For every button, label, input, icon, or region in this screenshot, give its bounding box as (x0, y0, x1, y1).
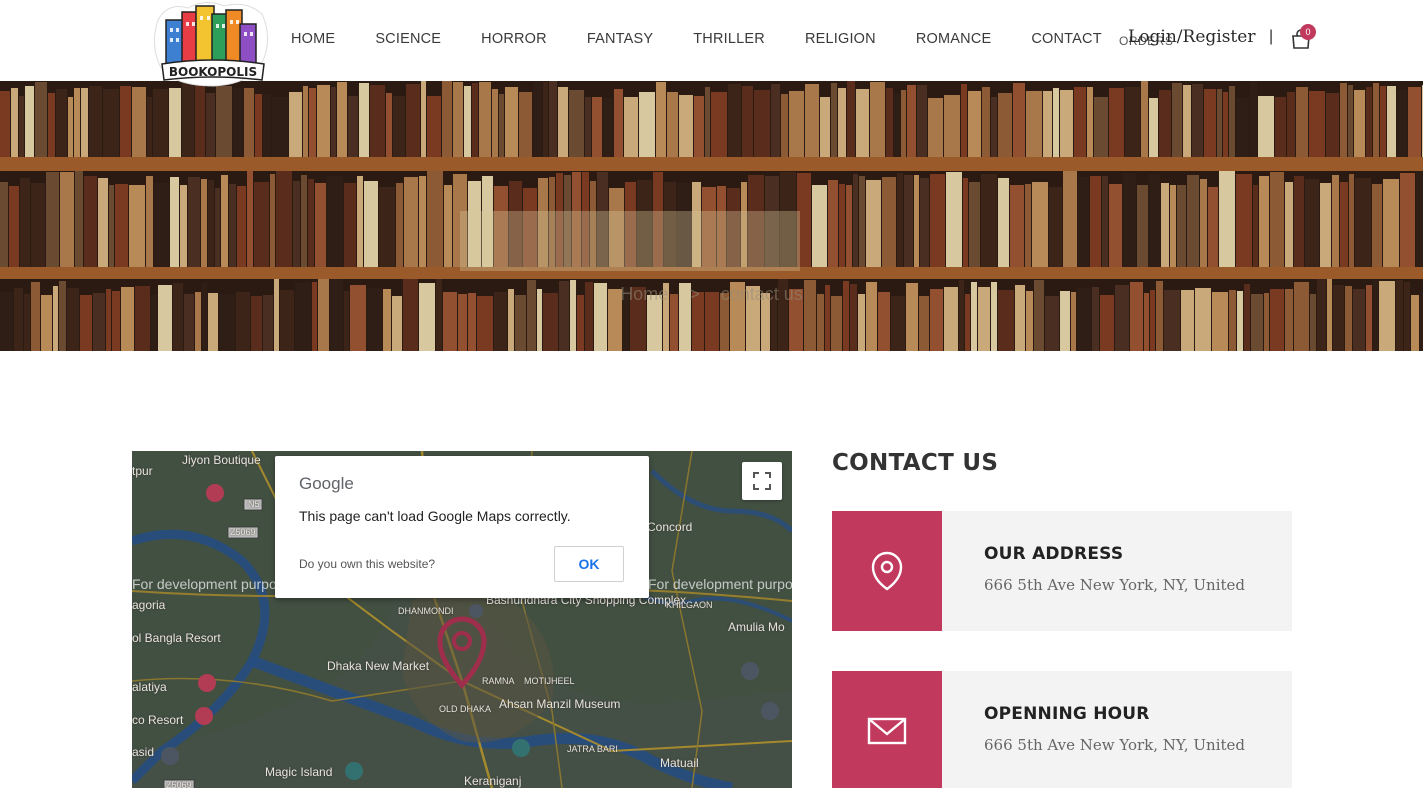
map-place-label: OLD DHAKA (439, 704, 492, 714)
opening-hour-card-text: 666 5th Ave New York, NY, United (984, 736, 1246, 754)
map-place-label: Z5069 (230, 527, 256, 537)
map-place-label: Amulia Mo (728, 620, 785, 634)
opening-hour-card: OPENNING HOUR 666 5th Ave New York, NY, … (832, 671, 1292, 788)
header-separator: | (1269, 28, 1274, 45)
breadcrumb: Home > contact us (0, 284, 1423, 305)
login-register-link[interactable]: Login/Register (1128, 27, 1255, 47)
address-card-text: 666 5th Ave New York, NY, United (984, 576, 1246, 594)
nav-horror[interactable]: HORROR (461, 31, 567, 47)
nav-romance[interactable]: ROMANCE (896, 31, 1012, 47)
maps-error-message: This page can't load Google Maps correct… (299, 508, 571, 524)
books-logo-icon: BOOKOPOLIS (154, 2, 268, 87)
bookshelf-image (0, 81, 1423, 351)
main-nav: HOME SCIENCE HORROR FANTASY THRILLER RELIGION… (271, 31, 1122, 47)
map-place-label: Matuail (660, 756, 699, 770)
map-place-label: co Resort (132, 713, 184, 727)
nav-religion[interactable]: RELIGION (785, 31, 896, 47)
svg-text:BOOKOPOLIS: BOOKOPOLIS (169, 65, 257, 79)
map-place-label: N5 (248, 499, 260, 509)
map-place-label: Ahsan Manzil Museum (499, 697, 621, 711)
nav-contact[interactable]: CONTACT (1011, 31, 1121, 47)
map-place-label: asid (132, 745, 155, 759)
map-place-label: ol Bangla Resort (132, 631, 221, 645)
address-card: OUR ADDRESS 666 5th Ave New York, NY, Un… (832, 511, 1292, 631)
dialog-ok-button[interactable]: OK (554, 546, 624, 582)
map-place-label: Dhaka New Market (327, 659, 430, 673)
breadcrumb-separator: > (689, 284, 700, 304)
map-fullscreen-button[interactable] (742, 462, 782, 500)
maps-error-dialog: Google This page can't load Google Maps … (275, 456, 649, 598)
map-dev-watermark-right: For development purposes only (648, 576, 792, 592)
contact-section-title: CONTACT US (832, 450, 999, 476)
breadcrumb-home[interactable]: Home (620, 284, 668, 304)
map-place-label: Jiyon Boutique (182, 453, 261, 467)
site-logo[interactable]: BOOKOPOLIS (154, 0, 270, 88)
own-website-link[interactable]: Do you own this website? (299, 557, 435, 571)
nav-science[interactable]: SCIENCE (355, 31, 461, 47)
map-place-label: JATRA BARI (567, 744, 618, 754)
nav-fantasy[interactable]: FANTASY (567, 31, 673, 47)
nav-thriller[interactable]: THRILLER (673, 31, 785, 47)
map-place-label: Z5069 (166, 780, 192, 788)
map-place-label: tpur (132, 464, 153, 478)
map-place-label: KHILGAON (666, 600, 713, 610)
map-place-label: Magic Island (265, 765, 333, 779)
site-header: BOOKOPOLIS HOME SCIENCE HORROR FANTASY THRIL… (0, 0, 1423, 87)
google-brand-label: Google (299, 474, 354, 493)
map-place-label: alatiya (132, 680, 167, 694)
hero-banner: Home > contact us (0, 81, 1423, 351)
breadcrumb-current: contact us (720, 284, 803, 304)
map-place-label: Concord (647, 520, 693, 534)
nav-home[interactable]: HOME (271, 31, 355, 47)
cart-count-badge: 0 (1300, 24, 1316, 40)
map-place-label: RAMNA (482, 676, 515, 686)
opening-hour-card-title: OPENNING HOUR (984, 704, 1150, 724)
google-map[interactable]: Jiyon Boutique tpur N5 Z5069 Concord agoria Ba… (132, 451, 792, 788)
map-place-label: MOTIJHEEL (524, 676, 575, 686)
fullscreen-icon (753, 472, 771, 490)
envelope-icon (867, 717, 907, 745)
address-card-icon-box (832, 511, 942, 631)
address-card-title: OUR ADDRESS (984, 544, 1124, 564)
map-place-label: Keraniganj (464, 774, 522, 788)
map-place-label: DHANMONDI (398, 606, 454, 616)
map-pin-icon (871, 551, 903, 591)
opening-hour-card-icon-box (832, 671, 942, 788)
map-place-label: agoria (132, 598, 166, 612)
